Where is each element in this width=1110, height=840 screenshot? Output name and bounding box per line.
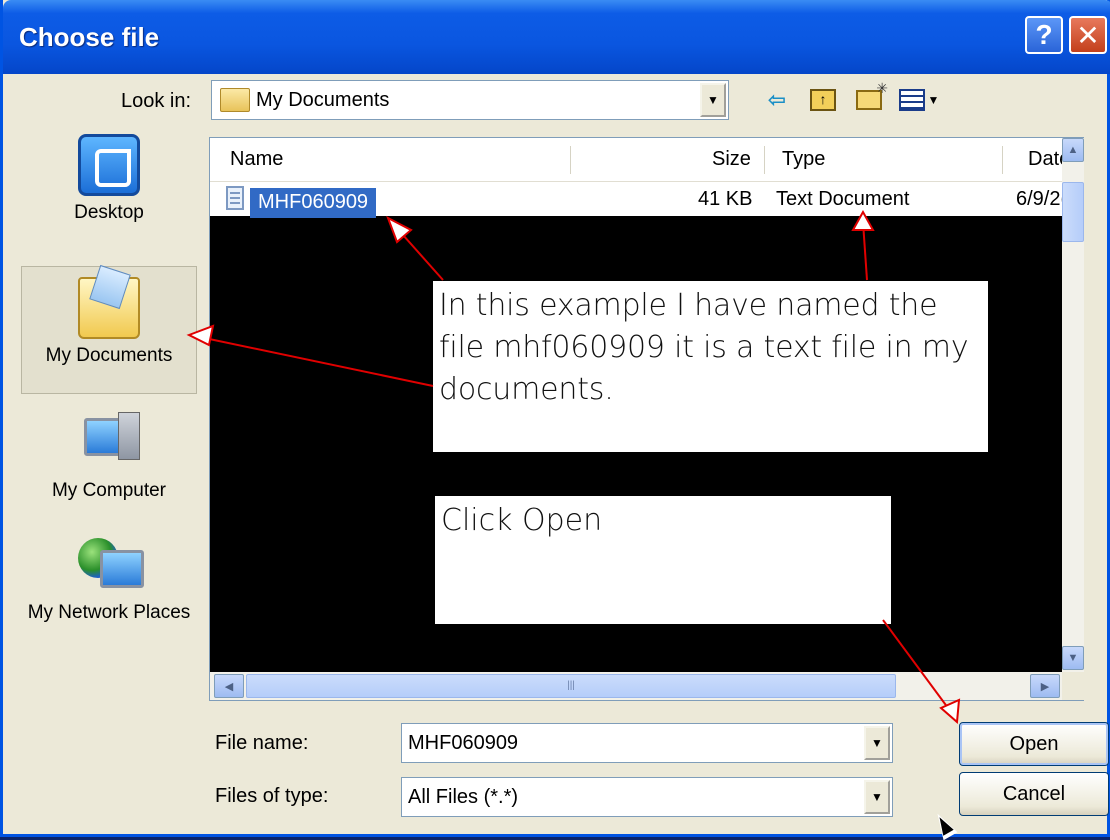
annotation-note-open: Click Open [435,496,891,624]
places-item-my-computer[interactable]: My Computer [21,406,197,526]
places-item-my-network-places[interactable]: My Network Places [21,528,197,658]
file-date: 6/9/2( [1016,188,1068,210]
cancel-button[interactable]: Cancel [959,772,1109,816]
look-in-label: Look in: [121,90,192,112]
file-name-label: File name: [215,732,309,754]
column-header-size[interactable]: Size [712,148,751,171]
horizontal-scroll-thumb[interactable]: ||| [246,674,896,698]
places-item-label: My Network Places [27,602,191,623]
scroll-up-icon[interactable]: ▲ [1062,138,1084,162]
title-bar[interactable]: Choose file ? ✕ [3,0,1110,74]
look-in-dropdown[interactable]: My Documents ▼ [211,80,729,120]
arrow-head-open [939,698,961,725]
column-divider[interactable] [1002,146,1003,174]
places-item-my-documents[interactable]: My Documents [21,266,197,394]
places-item-label: My Documents [45,345,173,366]
open-button[interactable]: Open [959,722,1109,766]
vertical-scrollbar[interactable]: ▲ ▼ [1062,138,1084,672]
back-icon[interactable]: ⇦ [761,84,793,116]
look-in-value: My Documents [256,88,390,111]
files-of-type-label: Files of type: [215,785,329,807]
my-computer-icon [78,412,140,474]
chevron-down-icon[interactable]: ▼ [700,83,726,117]
column-divider[interactable] [764,146,765,174]
file-size: 41 KB [698,188,753,210]
views-menu-icon[interactable]: ▼ [895,84,943,116]
files-of-type-value: All Files (*.*) [408,785,519,808]
scroll-right-icon[interactable]: ▶ [1030,674,1060,698]
horizontal-scrollbar[interactable]: ◀ ||| ▶ [210,672,1062,700]
vertical-scroll-thumb[interactable] [1062,182,1084,242]
my-documents-icon [78,277,140,339]
places-bar: Desktop My Documents My Computer My Netw… [17,128,199,688]
scroll-left-icon[interactable]: ◀ [214,674,244,698]
file-name-input[interactable]: MHF060909 ▼ [401,723,893,763]
my-documents-small-icon [220,88,250,112]
help-button[interactable]: ? [1025,16,1063,54]
file-name: MHF060909 [250,188,377,218]
places-item-desktop[interactable]: Desktop [21,128,197,248]
text-document-icon [226,186,244,210]
file-type: Text Document [776,188,910,210]
file-name-value: MHF060909 [408,731,519,754]
files-of-type-dropdown[interactable]: All Files (*.*) ▼ [401,777,893,817]
desktop-icon [78,134,140,196]
new-folder-icon[interactable]: ✳ [853,80,888,116]
column-divider[interactable] [570,146,571,174]
places-item-label: My Computer [51,480,167,501]
file-row[interactable]: MHF060909 41 KB Text Document 6/9/2( [210,182,1067,218]
column-header-name[interactable]: Name [230,148,283,171]
up-one-level-icon[interactable]: ↑ [807,84,839,116]
close-button[interactable]: ✕ [1069,16,1107,54]
scroll-down-icon[interactable]: ▼ [1062,646,1084,670]
my-network-places-icon [78,534,144,596]
column-header-type[interactable]: Type [782,148,825,171]
column-header-row: Name Size Type Date [210,138,1070,182]
chevron-down-icon[interactable]: ▼ [864,780,890,814]
annotation-note-file: In this example I have named the file mh… [433,281,988,452]
choose-file-dialog: Choose file ? ✕ Look in: My Documents ▼ … [0,0,1110,840]
chevron-down-icon[interactable]: ▼ [864,726,890,760]
mouse-cursor-icon [930,809,958,840]
scrollbar-corner [1062,672,1084,700]
places-item-label: Desktop [74,202,144,223]
close-icon: ✕ [1076,19,1100,51]
dialog-title: Choose file [19,22,160,52]
help-icon: ? [1035,19,1053,50]
